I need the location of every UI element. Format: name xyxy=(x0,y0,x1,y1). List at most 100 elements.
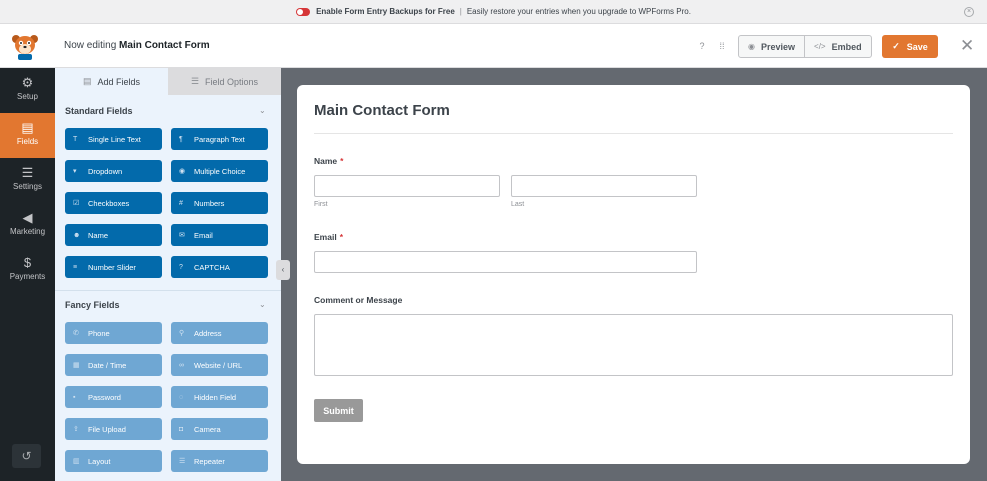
field-button-email[interactable]: ✉ Email xyxy=(171,224,268,246)
date-time-icon: ▦ xyxy=(73,362,80,369)
field-button-date-time[interactable]: ▦ Date / Time xyxy=(65,354,162,376)
fancy-fields-title[interactable]: Fancy Fields xyxy=(65,300,120,310)
name-field-label[interactable]: Name * xyxy=(314,156,343,166)
nav-item-payments[interactable]: $ Payments xyxy=(0,248,55,293)
field-button-website-url[interactable]: ∞ Website / URL xyxy=(171,354,268,376)
dropdown-icon: ▾ xyxy=(73,168,77,175)
nav-item-settings[interactable]: ☰ Settings xyxy=(0,158,55,203)
standard-fields-title[interactable]: Standard Fields xyxy=(65,106,133,116)
embed-button[interactable]: </> Embed xyxy=(804,36,871,57)
comment-field-label[interactable]: Comment or Message xyxy=(314,295,402,305)
first-name-input[interactable] xyxy=(314,175,500,197)
tab-field-options[interactable]: ☰ Field Options xyxy=(168,68,281,95)
field-button-number-slider[interactable]: ≡ Number Slider xyxy=(65,256,162,278)
tab-add-fields[interactable]: ▤ Add Fields xyxy=(55,68,168,95)
megaphone-icon: ◀ xyxy=(22,210,33,225)
chevron-down-icon[interactable]: ⌄ xyxy=(259,106,266,115)
field-button-checkboxes[interactable]: ☑ Checkboxes xyxy=(65,192,162,214)
nav-label: Setup xyxy=(17,92,38,101)
field-button-hidden-field[interactable]: ◌ Hidden Field xyxy=(171,386,268,408)
multiple-choice-icon: ◉ xyxy=(179,168,186,175)
nav-item-marketing[interactable]: ◀ Marketing xyxy=(0,203,55,248)
field-button-address[interactable]: ⚲ Address xyxy=(171,322,268,344)
email-label-text: Email xyxy=(314,232,337,242)
nav-item-setup[interactable]: ⚙ Setup xyxy=(0,68,55,113)
save-button[interactable]: ✓ Save xyxy=(882,35,938,58)
field-button-label: Phone xyxy=(88,328,110,338)
numbers-icon: # xyxy=(179,199,183,207)
checkboxes-icon: ☑ xyxy=(73,200,80,207)
hidden-field-icon: ◌ xyxy=(179,393,184,401)
field-button-label: Date / Time xyxy=(88,360,127,370)
field-button-label: Hidden Field xyxy=(194,392,237,402)
save-label: Save xyxy=(906,41,928,52)
nav-label: Payments xyxy=(9,272,46,281)
preview-button[interactable]: ◉ Preview xyxy=(739,36,804,57)
field-button-label: Numbers xyxy=(194,198,225,208)
nav-item-fields[interactable]: ▤ Fields xyxy=(0,113,55,158)
notice-bar: Enable Form Entry Backups for Free | Eas… xyxy=(0,0,987,24)
field-button-file-upload[interactable]: ⇪ File Upload xyxy=(65,418,162,440)
name-icon: ☻ xyxy=(73,231,81,239)
field-button-label: Website / URL xyxy=(194,360,243,370)
dismiss-notice-icon[interactable]: × xyxy=(964,7,974,17)
single-line-text-icon: T xyxy=(73,135,78,143)
camera-icon: ◘ xyxy=(179,425,184,433)
field-button-numbers[interactable]: # Numbers xyxy=(171,192,268,214)
field-button-label: Paragraph Text xyxy=(194,134,245,144)
email-input[interactable] xyxy=(314,251,697,273)
address-icon: ⚲ xyxy=(179,330,185,337)
nav-label: Marketing xyxy=(9,227,46,236)
notice-bold-text: Enable Form Entry Backups for Free xyxy=(316,7,455,16)
fields-icon: ▤ xyxy=(21,120,34,135)
field-button-paragraph-text[interactable]: ¶ Paragraph Text xyxy=(171,128,268,150)
paragraph-text-icon: ¶ xyxy=(179,135,183,143)
backup-toggle[interactable] xyxy=(296,7,311,16)
chevron-down-icon[interactable]: ⌄ xyxy=(259,300,266,309)
check-icon: ✓ xyxy=(892,41,900,51)
field-button-name[interactable]: ☻ Name xyxy=(65,224,162,246)
fields-panel: ▤ Add Fields ☰ Field Options Standard Fi… xyxy=(55,68,281,481)
field-button-label: Checkboxes xyxy=(88,198,130,208)
field-button-label: Repeater xyxy=(194,456,225,466)
dollar-icon: $ xyxy=(23,255,32,270)
field-button-repeater[interactable]: ☰ Repeater xyxy=(171,450,268,472)
comment-textarea[interactable] xyxy=(314,314,953,376)
field-button-label: Single Line Text xyxy=(88,134,141,144)
field-button-password[interactable]: ▪ Password xyxy=(65,386,162,408)
last-name-input[interactable] xyxy=(511,175,697,197)
tab-label: Add Fields xyxy=(97,76,141,87)
notice-text: Easily restore your entries when you upg… xyxy=(466,7,691,16)
field-button-label: CAPTCHA xyxy=(194,262,230,272)
email-field-label[interactable]: Email * xyxy=(314,232,343,242)
first-sublabel: First xyxy=(314,201,328,208)
field-button-single-line-text[interactable]: T Single Line Text xyxy=(65,128,162,150)
field-button-camera[interactable]: ◘ Camera xyxy=(171,418,268,440)
form-preview-card: Main Contact Form Name * First Last Email… xyxy=(297,85,970,464)
revision-history-icon[interactable]: ↺ xyxy=(12,444,41,468)
field-button-multiple-choice[interactable]: ◉ Multiple Choice xyxy=(171,160,268,182)
field-button-label: Number Slider xyxy=(88,262,136,272)
field-button-label: Name xyxy=(88,230,109,240)
field-button-phone[interactable]: ✆ Phone xyxy=(65,322,162,344)
field-button-captcha[interactable]: ? CAPTCHA xyxy=(171,256,268,278)
number-slider-icon: ≡ xyxy=(73,263,78,271)
collapse-panel-icon[interactable]: ‹ xyxy=(276,260,290,280)
field-button-dropdown[interactable]: ▾ Dropdown xyxy=(65,160,162,182)
field-button-layout[interactable]: ▥ Layout xyxy=(65,450,162,472)
file-upload-icon: ⇪ xyxy=(73,426,79,433)
close-icon[interactable]: ✕ xyxy=(960,37,974,54)
phone-icon: ✆ xyxy=(73,330,79,337)
embed-label: Embed xyxy=(831,41,862,52)
field-button-label: Multiple Choice xyxy=(194,166,246,176)
field-button-label: Password xyxy=(88,392,121,402)
eye-icon: ◉ xyxy=(748,42,755,51)
layout-icon: ▥ xyxy=(73,458,80,465)
wpforms-logo-icon xyxy=(12,35,38,60)
tab-label: Field Options xyxy=(205,76,259,87)
grid-icon[interactable]: ⁞⁞ xyxy=(717,41,727,51)
editing-prefix: Now editing xyxy=(64,40,117,51)
help-icon[interactable]: ? xyxy=(697,41,707,51)
title-divider xyxy=(314,133,953,134)
submit-button[interactable]: Submit xyxy=(314,399,363,422)
